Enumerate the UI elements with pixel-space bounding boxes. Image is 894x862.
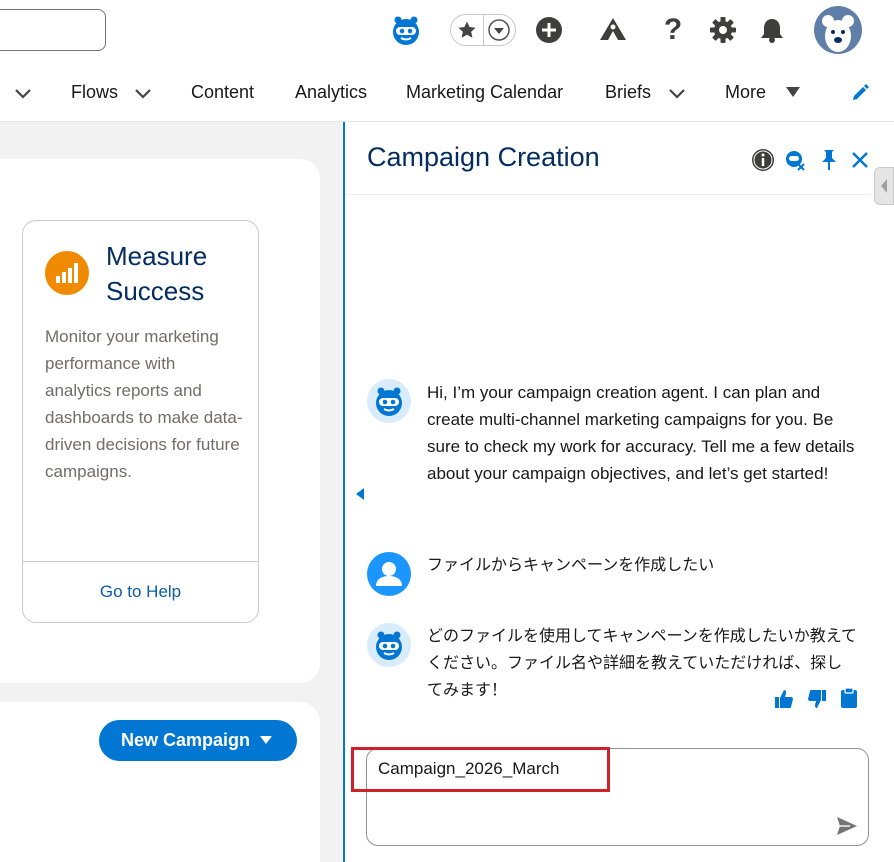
panel-title: Campaign Creation [367,142,600,172]
nav-item-flows[interactable]: Flows [71,62,118,122]
caret-left-icon[interactable] [355,487,365,501]
edit-icon[interactable] [850,83,870,103]
go-to-help-link[interactable]: Go to Help [23,562,258,622]
avatar[interactable] [814,6,862,54]
caret-down-icon[interactable] [785,86,801,98]
global-search-input[interactable] [0,9,106,51]
agent-icon[interactable] [388,12,424,48]
nav-item-more[interactable]: More [725,62,766,122]
star-icon[interactable] [451,15,484,45]
agent-avatar [367,379,411,423]
thumbs-down-icon[interactable] [806,688,828,710]
nav-item-content[interactable]: Content [191,62,254,122]
user-avatar [367,552,411,596]
bell-icon[interactable] [757,15,787,45]
thumbs-up-icon[interactable] [773,688,795,710]
info-icon[interactable] [750,147,776,173]
panel-collapse-tab[interactable] [874,167,894,205]
new-campaign-label: New Campaign [121,730,251,750]
close-icon[interactable] [850,150,870,170]
send-icon[interactable] [836,816,858,836]
card-description: Monitor your marketing performance with … [45,327,243,481]
chevron-down-icon[interactable] [134,84,152,102]
caret-down-icon[interactable] [259,735,273,745]
trailhead-icon[interactable] [597,15,629,45]
nav-item-briefs[interactable]: Briefs [605,62,651,122]
highlight-box [351,747,610,792]
user-message: ファイルからキャンペーンを作成したい [427,557,715,574]
bar-chart-icon [45,251,89,295]
agent-off-icon[interactable] [783,148,807,172]
chevron-left-icon [881,179,887,193]
nav-item-marketing-calendar[interactable]: Marketing Calendar [406,62,563,122]
app-nav-bar: Flows Content Analytics Marketing Calend… [0,62,894,122]
clipboard-icon[interactable] [838,686,860,710]
chevron-down-icon[interactable] [484,15,515,45]
add-icon[interactable] [534,15,564,45]
measure-success-card: Measure Success Monitor your marketing p… [22,220,259,623]
agent-message: Hi, I’m your campaign creation agent. I … [427,383,855,483]
page: ? Flows Content Analytics Marketing Cale… [0,0,894,862]
nav-item-analytics[interactable]: Analytics [295,62,367,122]
pin-icon[interactable] [819,148,839,172]
chevron-down-icon[interactable] [14,84,32,102]
chevron-down-icon[interactable] [668,84,686,102]
help-icon[interactable]: ? [660,13,686,47]
global-header: ? [0,0,894,62]
card-title: Measure Success [106,241,208,306]
settings-icon[interactable] [708,15,738,45]
agent-avatar [367,623,411,667]
favorites-group [450,14,516,46]
panel-header: Campaign Creation [345,122,871,195]
new-campaign-button[interactable]: New Campaign [99,720,297,761]
